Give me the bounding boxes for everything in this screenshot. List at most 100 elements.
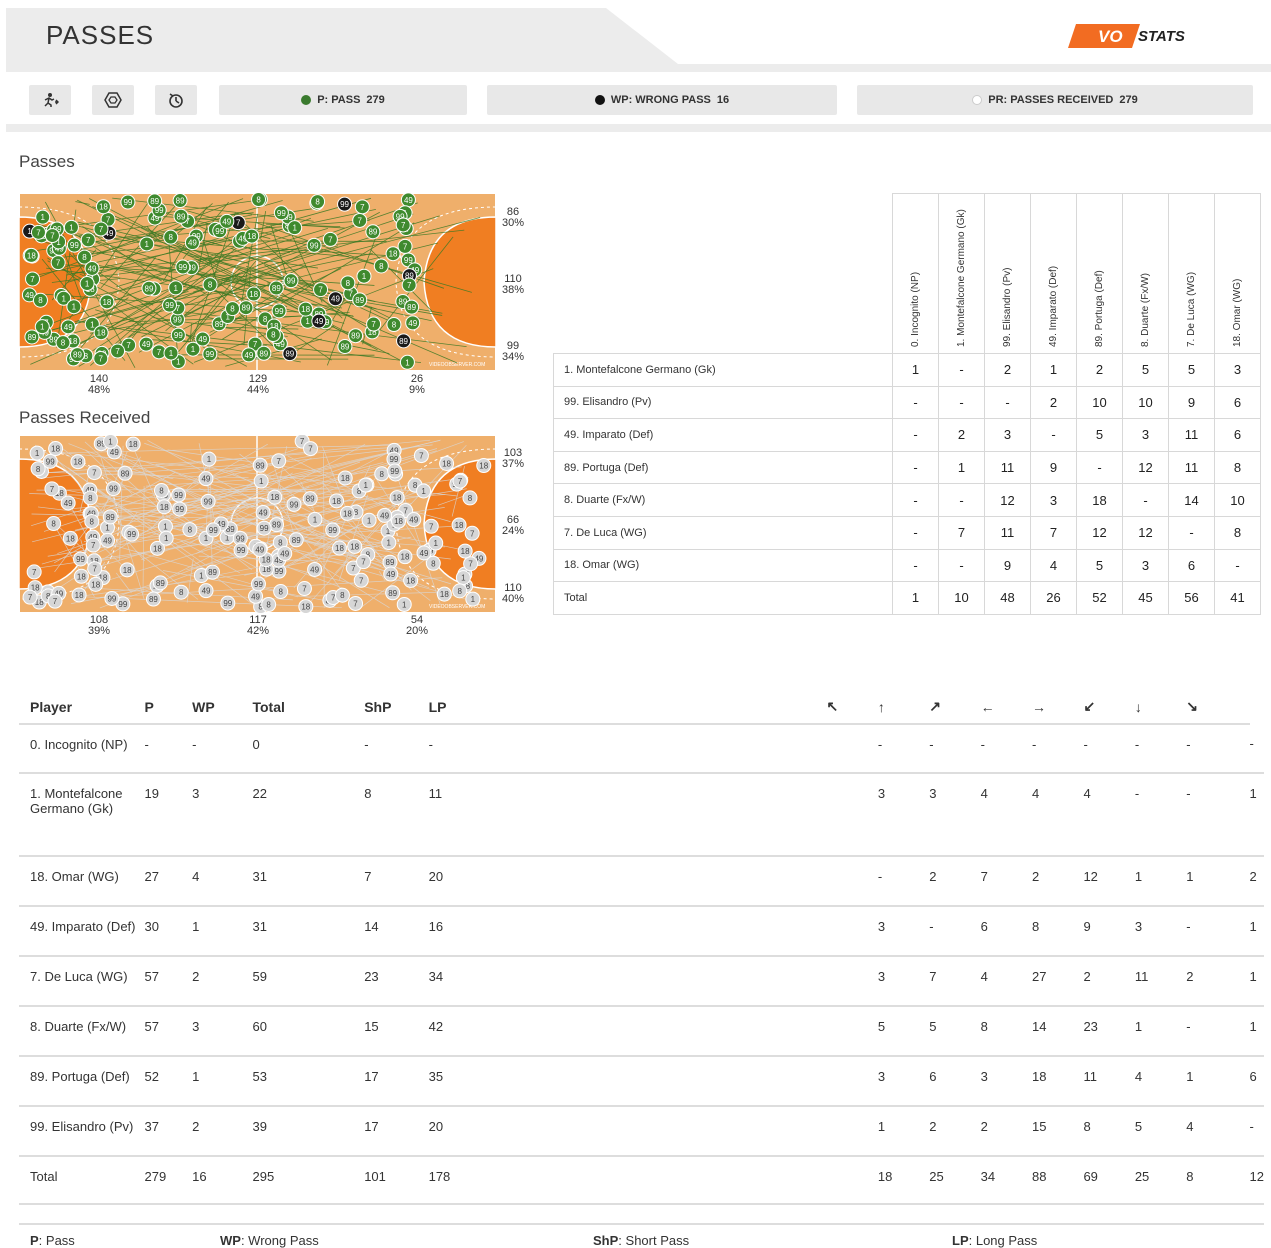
matrix-cell: -: [893, 451, 939, 484]
matrix-cell: -: [893, 549, 939, 582]
matrix-cell: -: [939, 354, 985, 387]
svg-text:7: 7: [86, 236, 91, 245]
svg-text:18: 18: [455, 521, 464, 530]
down-right-arrow-icon[interactable]: ↘: [1186, 690, 1249, 724]
svg-text:49: 49: [244, 351, 253, 360]
runner-icon: [41, 92, 59, 108]
svg-text:89: 89: [340, 343, 349, 352]
svg-text:7: 7: [276, 457, 281, 466]
matrix-cell: 52: [1077, 582, 1123, 615]
svg-text:8: 8: [278, 538, 283, 547]
svg-text:49: 49: [103, 536, 112, 545]
stats-row[interactable]: 8. Duarte (Fx/W)57360154255814231-1: [19, 1006, 1264, 1056]
svg-text:89: 89: [121, 469, 130, 478]
matrix-cell: 41: [1215, 582, 1261, 615]
right-arrow-icon[interactable]: →: [1032, 690, 1083, 724]
up-left-arrow-icon[interactable]: ↖: [827, 690, 878, 724]
svg-text:89: 89: [242, 304, 251, 313]
matrix-row-label: 8. Duarte (Fx/W): [554, 484, 893, 517]
stats-row[interactable]: 49. Imparato (Def)3013114163-6893-1: [19, 906, 1264, 956]
svg-text:7: 7: [361, 558, 366, 567]
svg-text:18: 18: [335, 544, 344, 553]
received-right-zone-3: 11040%: [496, 583, 530, 605]
pass-filter-button[interactable]: P: PASS 279: [219, 85, 467, 115]
svg-text:1: 1: [387, 539, 392, 548]
matrix-cell: 10: [1215, 484, 1261, 517]
svg-text:49: 49: [64, 499, 73, 508]
stats-row[interactable]: Total27916295101178182534886925812: [19, 1156, 1264, 1204]
svg-text:8: 8: [159, 487, 164, 496]
player-column-header[interactable]: Player: [19, 690, 145, 724]
stats-direction-cell: -: [929, 906, 980, 956]
svg-text:18: 18: [247, 232, 256, 241]
svg-text:8: 8: [431, 559, 436, 568]
down-arrow-icon[interactable]: ↓: [1135, 690, 1186, 724]
reset-filter-button[interactable]: [155, 85, 197, 115]
passes-received-filter-button[interactable]: PR: PASSES RECEIVED 279: [857, 85, 1253, 115]
matrix-row: 8. Duarte (Fx/W)--12318-1410: [554, 484, 1261, 517]
matrix-cell: 8: [1215, 451, 1261, 484]
up-arrow-icon[interactable]: ↑: [878, 690, 929, 724]
svg-text:99: 99: [277, 209, 286, 218]
wp-column-header[interactable]: WP: [192, 690, 252, 724]
stats-shp-cell: 7: [364, 856, 428, 906]
svg-text:89: 89: [259, 349, 268, 358]
matrix-cell: 6: [1169, 549, 1215, 582]
court-watermark: VIDEOOBSERVER.COM: [429, 362, 485, 368]
matrix-cell: 1: [939, 451, 985, 484]
svg-text:49: 49: [198, 335, 207, 344]
svg-text:7: 7: [236, 219, 241, 228]
svg-text:89: 89: [388, 589, 397, 598]
passes-received-dot-icon: [972, 95, 982, 105]
stats-row[interactable]: 7. De Luca (WG)5725923343742721121: [19, 956, 1264, 1006]
stats-spacer: [827, 1106, 878, 1156]
svg-text:18: 18: [270, 493, 279, 502]
matrix-row: 18. Omar (WG)--94536-: [554, 549, 1261, 582]
svg-text:8: 8: [61, 339, 66, 348]
ball-filter-button[interactable]: [92, 85, 134, 115]
shp-column-header[interactable]: ShP: [364, 690, 428, 724]
stats-wp-cell: 16: [192, 1156, 252, 1204]
wrong-pass-filter-button[interactable]: WP: WRONG PASS 16: [487, 85, 837, 115]
svg-text:89: 89: [156, 579, 165, 588]
runner-filter-button[interactable]: [29, 85, 71, 115]
svg-text:7: 7: [348, 290, 353, 299]
p-column-header[interactable]: P: [145, 690, 193, 724]
pass-count: 279: [366, 94, 384, 106]
stats-direction-cell: 2: [981, 1106, 1032, 1156]
down-left-arrow-icon[interactable]: ↙: [1083, 690, 1134, 724]
stats-row[interactable]: 99. Elisandro (Pv)37239172012215854-: [19, 1106, 1264, 1156]
svg-text:89: 89: [351, 332, 360, 341]
matrix-cell: 14: [1169, 484, 1215, 517]
svg-text:18: 18: [77, 572, 86, 581]
svg-text:18: 18: [401, 553, 410, 562]
svg-text:49: 49: [142, 340, 151, 349]
passes-received-count: 279: [1119, 94, 1137, 106]
matrix-cell: -: [1215, 549, 1261, 582]
svg-text:18: 18: [66, 534, 75, 543]
stats-spacer: [827, 1056, 878, 1106]
total-column-header[interactable]: Total: [252, 690, 364, 724]
svg-text:8: 8: [457, 587, 462, 596]
matrix-cell: 10: [939, 582, 985, 615]
svg-text:18: 18: [461, 547, 470, 556]
svg-text:8: 8: [468, 494, 473, 503]
stats-direction-cell: 14: [1032, 1006, 1083, 1056]
stats-direction-cell: -: [1250, 724, 1264, 773]
svg-text:1: 1: [207, 455, 212, 464]
left-arrow-icon[interactable]: ←: [981, 690, 1032, 724]
lp-column-header[interactable]: LP: [429, 690, 827, 724]
svg-text:18: 18: [341, 474, 350, 483]
stats-row[interactable]: 1. Montefalcone Germano (Gk)193228113344…: [19, 773, 1264, 856]
stats-shp-cell: 23: [364, 956, 428, 1006]
matrix-cell: 3: [985, 419, 1031, 452]
pass-label: P: PASS: [317, 94, 360, 106]
stats-row[interactable]: 89. Portuga (Def)5215317353631811416: [19, 1056, 1264, 1106]
svg-text:49: 49: [255, 546, 264, 555]
matrix-cell: 2: [1077, 354, 1123, 387]
stats-direction-cell: 3: [1135, 906, 1186, 956]
stats-lp-cell: 16: [429, 906, 827, 956]
stats-row[interactable]: 0. Incognito (NP)--0----------: [19, 724, 1264, 773]
stats-row[interactable]: 18. Omar (WG)27431720-27212112: [19, 856, 1264, 906]
up-right-arrow-icon[interactable]: ↗: [929, 690, 980, 724]
